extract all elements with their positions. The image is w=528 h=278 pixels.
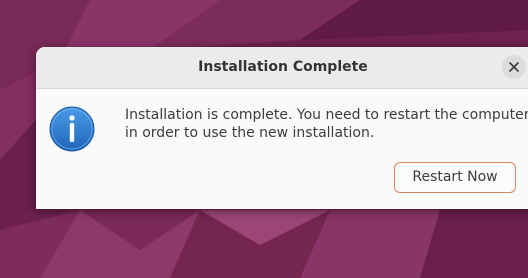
dialog-message: Installation is complete. You need to re… (125, 106, 528, 142)
restart-now-button[interactable]: Restart Now (394, 162, 516, 193)
close-icon (509, 62, 519, 72)
dialog-content: Installation is complete. You need to re… (36, 89, 528, 209)
info-icon (49, 106, 95, 152)
close-button[interactable] (502, 55, 526, 79)
message-line-1: Installation is complete. You need to re… (125, 107, 528, 123)
installation-complete-dialog: Installation Complete Installation is co… (36, 47, 528, 209)
dialog-titlebar[interactable]: Installation Complete (36, 47, 528, 89)
dialog-title: Installation Complete (198, 59, 368, 75)
message-line-2: in order to use the new installation. (125, 125, 375, 141)
